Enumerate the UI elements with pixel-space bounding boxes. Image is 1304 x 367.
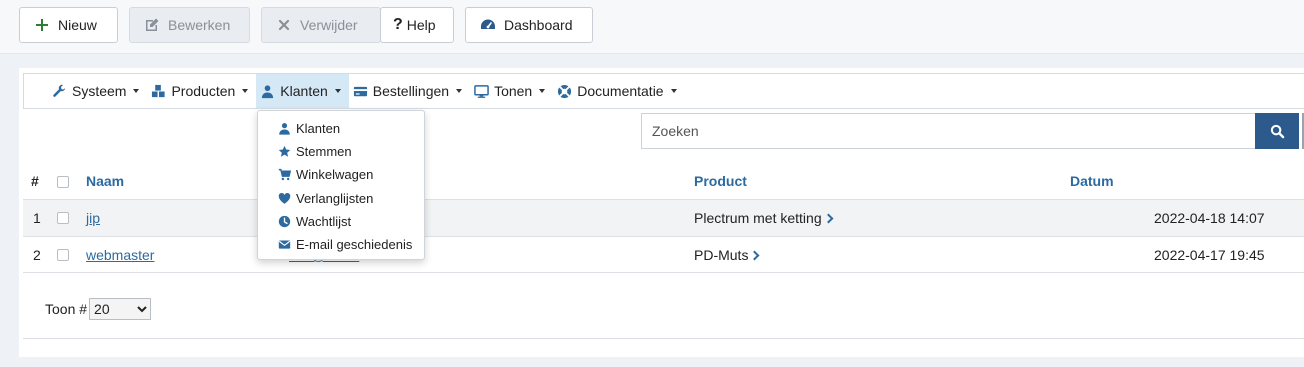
row-date: 2022-04-18 14:07 xyxy=(1154,210,1265,226)
chevron-right-icon xyxy=(823,213,834,224)
dashboard-button-label: Dashboard xyxy=(504,17,573,33)
dropdown-item-stemmen[interactable]: Stemmen xyxy=(258,140,424,163)
product-link[interactable]: PD-Muts xyxy=(694,247,760,263)
dropdown-item-verlanglijsten[interactable]: Verlanglijsten xyxy=(258,187,424,210)
row-number: 2 xyxy=(33,247,41,263)
main-menu: Systeem Producten Klanten Bestellingen T… xyxy=(23,73,1304,109)
menu-documentatie-label: Documentatie xyxy=(577,83,664,99)
dropdown-item-winkelwagen[interactable]: Winkelwagen xyxy=(258,163,424,186)
row-date: 2022-04-17 19:45 xyxy=(1154,247,1265,263)
dropdown-item-klanten[interactable]: Klanten xyxy=(258,117,424,140)
klanten-dropdown-menu: Klanten Stemmen Winkelwagen Verlanglijst… xyxy=(257,110,425,260)
shopping-cart-icon xyxy=(278,169,291,181)
header-product[interactable]: Product xyxy=(694,173,747,189)
question-icon: ? xyxy=(393,16,403,33)
header-date[interactable]: Datum xyxy=(1070,173,1114,189)
customer-name-link[interactable]: jip xyxy=(86,210,100,226)
product-name: Plectrum met ketting xyxy=(694,210,822,226)
user-icon xyxy=(279,123,290,135)
dropdown-item-wachtlijst[interactable]: Wachtlijst xyxy=(258,210,424,233)
cubes-icon xyxy=(152,84,166,97)
edit-button-label: Bewerken xyxy=(168,17,231,33)
table-header: # Naam Product Datum xyxy=(19,166,1304,196)
credit-card-icon xyxy=(353,86,367,96)
divider xyxy=(23,338,1304,339)
caret-down-icon xyxy=(242,89,249,93)
table-row: 1 jip Plectrum met ketting 2022-04-18 14… xyxy=(23,199,1304,236)
edit-icon xyxy=(146,18,159,31)
menu-producten-label: Producten xyxy=(171,83,236,99)
select-all-checkbox[interactable] xyxy=(57,176,69,188)
edit-button[interactable]: Bewerken xyxy=(129,7,250,43)
menu-tonen[interactable]: Tonen xyxy=(470,74,553,108)
toolbar: Nieuw Bewerken Verwijder ? Help Dashboar… xyxy=(0,0,1304,54)
dropdown-item-label: E-mail geschiedenis xyxy=(296,237,413,253)
new-button[interactable]: Nieuw xyxy=(19,7,118,43)
new-button-label: Nieuw xyxy=(58,17,97,33)
menu-systeem[interactable]: Systeem xyxy=(48,74,147,108)
header-hash: # xyxy=(31,173,39,189)
search-icon xyxy=(1270,124,1284,138)
delete-button-label: Verwijder xyxy=(300,17,358,33)
product-link[interactable]: Plectrum met ketting xyxy=(694,210,834,226)
wrench-icon xyxy=(53,84,66,97)
page-size-label: Toon # xyxy=(45,301,88,317)
envelope-icon xyxy=(278,240,291,249)
header-name[interactable]: Naam xyxy=(86,173,124,189)
close-icon xyxy=(278,19,290,31)
dropdown-item-label: Winkelwagen xyxy=(296,167,374,183)
menu-tonen-label: Tonen xyxy=(494,83,533,99)
heart-icon xyxy=(278,192,291,204)
lifebuoy-icon xyxy=(558,84,572,98)
caret-down-icon xyxy=(539,89,546,93)
menu-documentatie[interactable]: Documentatie xyxy=(553,74,684,108)
caret-down-icon xyxy=(670,89,677,93)
menu-systeem-label: Systeem xyxy=(72,83,127,99)
menu-bestellingen[interactable]: Bestellingen xyxy=(349,74,470,108)
dropdown-item-label: Stemmen xyxy=(296,144,352,160)
dropdown-item-label: Verlanglijsten xyxy=(296,190,374,206)
help-button[interactable]: ? Help xyxy=(380,7,454,43)
caret-down-icon xyxy=(133,89,140,93)
search-input[interactable] xyxy=(641,113,1256,149)
main-panel: Systeem Producten Klanten Bestellingen T… xyxy=(19,68,1304,357)
dropdown-item-label: Wachtlijst xyxy=(296,213,352,229)
product-name: PD-Muts xyxy=(694,247,749,263)
caret-down-icon xyxy=(334,89,341,93)
row-checkbox[interactable] xyxy=(57,249,69,261)
row-number: 1 xyxy=(33,210,41,226)
chevron-right-icon xyxy=(750,250,760,261)
menu-producten[interactable]: Producten xyxy=(147,74,256,108)
menu-bestellingen-label: Bestellingen xyxy=(372,83,450,99)
menu-klanten[interactable]: Klanten xyxy=(256,74,349,108)
dashboard-icon xyxy=(481,19,495,29)
row-checkbox[interactable] xyxy=(57,212,69,224)
user-icon xyxy=(262,84,274,98)
search-button[interactable] xyxy=(1255,113,1299,149)
customer-name-link[interactable]: webmaster xyxy=(86,247,154,263)
clock-icon xyxy=(278,215,291,228)
menu-klanten-label: Klanten xyxy=(280,83,328,99)
caret-down-icon xyxy=(456,89,463,93)
page-size-select[interactable]: 20 xyxy=(89,298,152,320)
dropdown-item-label: Klanten xyxy=(296,121,341,137)
page-size-control: Toon # 20 xyxy=(45,298,152,320)
dashboard-button[interactable]: Dashboard xyxy=(465,7,593,43)
delete-button[interactable]: Verwijder xyxy=(261,7,381,43)
dropdown-item-email-geschiedenis[interactable]: E-mail geschiedenis xyxy=(258,233,424,256)
table-row: 2 webmaster info@...s.nl PD-Muts 2022-04… xyxy=(23,236,1304,273)
monitor-icon xyxy=(474,84,489,98)
plus-icon xyxy=(36,19,48,31)
help-button-label: Help xyxy=(406,17,436,33)
star-icon xyxy=(278,146,291,157)
